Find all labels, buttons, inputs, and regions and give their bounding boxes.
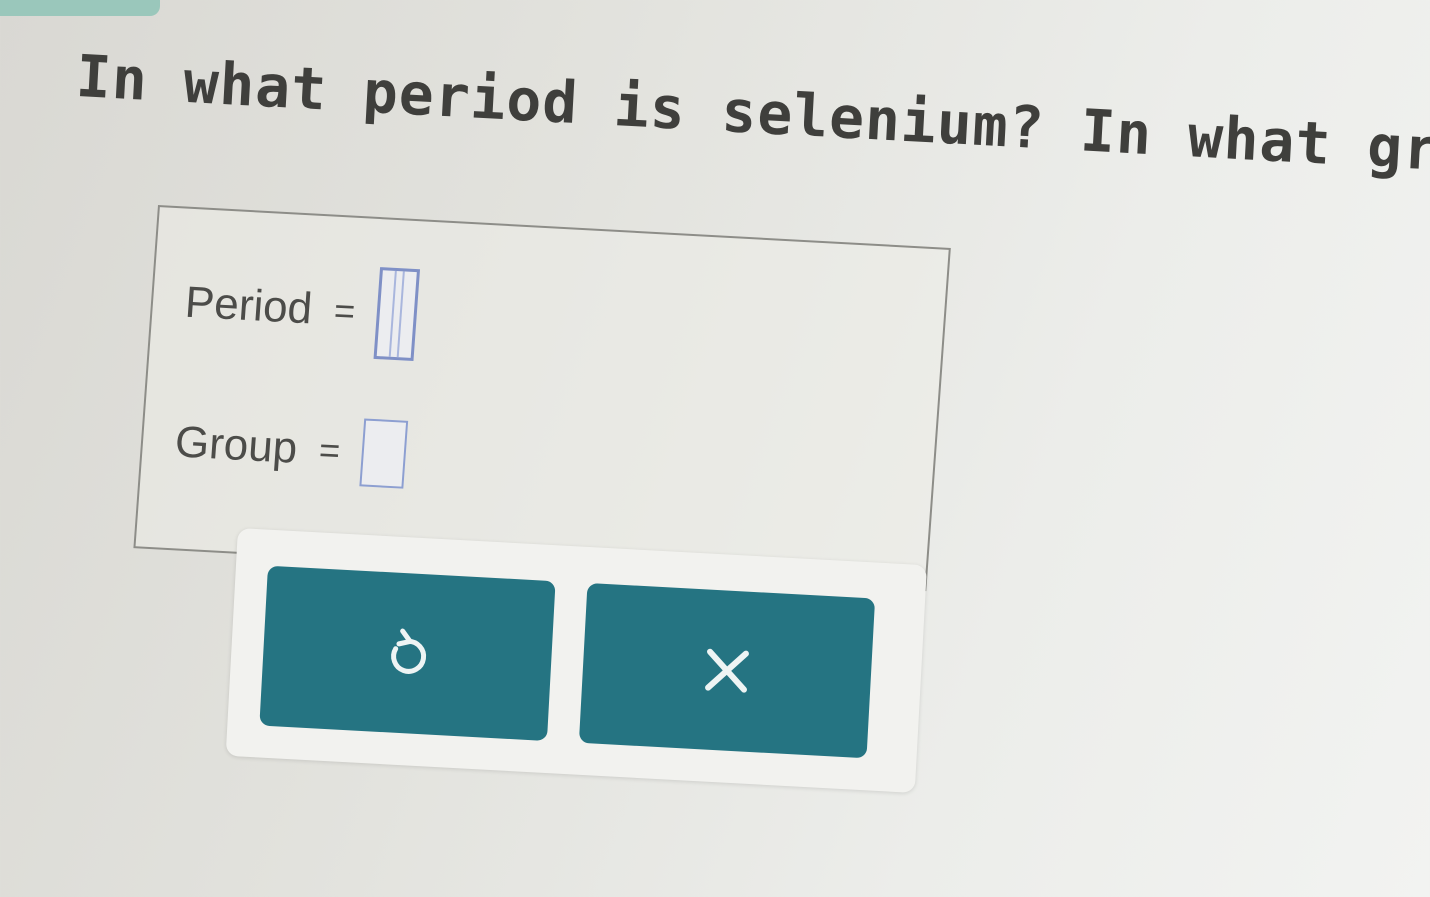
close-icon (693, 637, 760, 704)
period-row: Period = (182, 257, 421, 362)
group-row: Group = (173, 408, 409, 489)
undo-button[interactable] (259, 565, 556, 742)
period-equals-sign: = (332, 289, 357, 332)
group-label: Group (173, 417, 299, 473)
undo-icon (374, 620, 441, 687)
question-text: In what period is selenium? In what grou… (74, 42, 1430, 192)
period-answer-input[interactable] (373, 267, 421, 362)
clear-button[interactable] (578, 582, 876, 759)
group-answer-input[interactable] (359, 418, 409, 489)
top-accent-bar (0, 0, 160, 16)
button-tray (225, 528, 927, 793)
period-label: Period (183, 277, 314, 334)
group-equals-sign: = (317, 429, 342, 472)
